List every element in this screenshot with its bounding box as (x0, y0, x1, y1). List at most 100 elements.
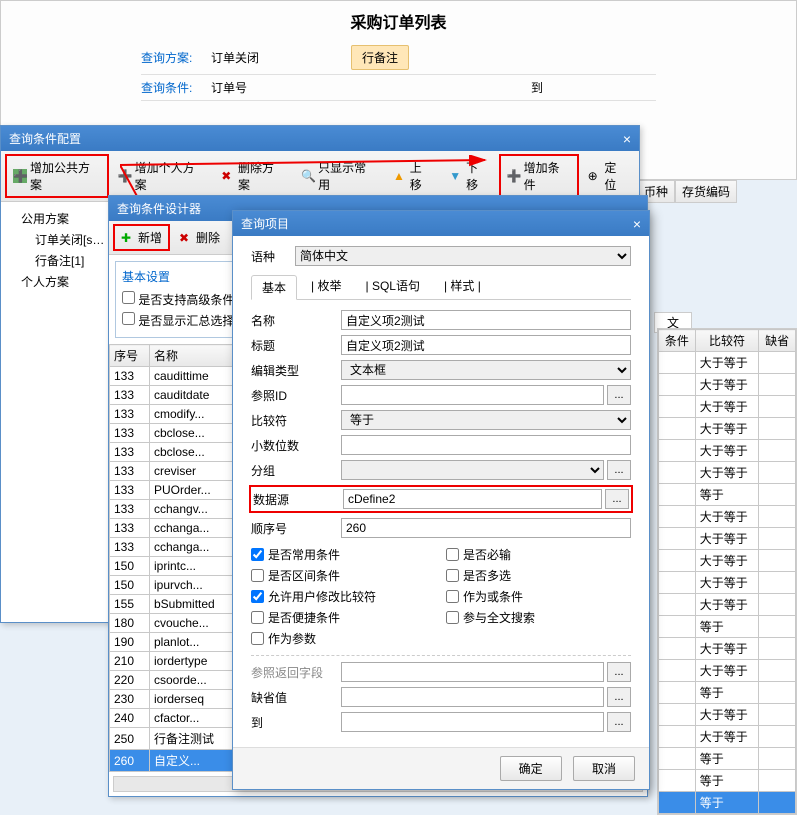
show-common-button[interactable]: 🔍只显示常用 (294, 155, 384, 197)
add-personal-scheme-button[interactable]: ➕增加个人方案 (111, 155, 213, 197)
lang-label: 语种 (251, 248, 275, 265)
cmp-row[interactable]: 大于等于 (659, 726, 796, 748)
dialog-title: 查询项目 (241, 215, 289, 232)
designer-delete-button[interactable]: ✖删除 (172, 225, 227, 250)
cmp-row[interactable]: 等于 (659, 616, 796, 638)
cmp-row[interactable]: 大于等于 (659, 550, 796, 572)
ord-label: 顺序号 (251, 520, 341, 537)
cmp-row[interactable]: 等于 (659, 682, 796, 704)
dec-label: 小数位数 (251, 437, 341, 454)
edit-type-select[interactable]: 文本框 (341, 360, 631, 380)
query-item-dialog: 查询项目 × 语种 简体中文 基本 | 枚举 | SQL语句 | 样式 | 名称… (232, 210, 650, 790)
datasource-input[interactable] (343, 489, 602, 509)
chk-multi[interactable]: 是否多选 (446, 567, 631, 584)
ref-label: 参照ID (251, 387, 341, 404)
designer-title: 查询条件设计器 (117, 200, 201, 217)
ok-button[interactable]: 确定 (500, 756, 562, 781)
tab-sql[interactable]: | SQL语句 (355, 274, 429, 299)
chk-required[interactable]: 是否必输 (446, 546, 631, 563)
locate-button[interactable]: ⊕定位 (581, 155, 635, 197)
designer-add-button[interactable]: ✚新增 (113, 224, 170, 251)
ds-browse-button[interactable]: ... (605, 489, 629, 509)
dec-input[interactable] (341, 435, 631, 455)
tab-style[interactable]: | 样式 | (434, 274, 491, 299)
cmp-row[interactable]: 大于等于 (659, 352, 796, 374)
grp-select[interactable] (341, 460, 604, 480)
adv-check[interactable]: 是否支持高级条件 (122, 293, 234, 307)
query-scheme-value: 订单关闭 (211, 49, 331, 66)
cmp-row[interactable]: 大于等于 (659, 462, 796, 484)
page-title: 采购订单列表 (1, 1, 796, 41)
grp-browse-button[interactable]: ... (607, 460, 631, 480)
chk-as-or[interactable]: 作为或条件 (446, 588, 631, 605)
cmp-row[interactable]: 大于等于 (659, 418, 796, 440)
chk-allow-mod[interactable]: 允许用户修改比较符 (251, 588, 436, 605)
ref-browse-button[interactable]: ... (607, 385, 631, 405)
tree-remark[interactable]: 行备注[1] (7, 250, 124, 271)
sum-check[interactable]: 是否显示汇总选择 (122, 314, 234, 328)
title-input[interactable] (341, 335, 631, 355)
cancel-button[interactable]: 取消 (573, 756, 635, 781)
default-label: 缺省值 (251, 689, 341, 706)
chk-interval[interactable]: 是否区间条件 (251, 567, 436, 584)
config-titlebar[interactable]: 查询条件配置 × (1, 126, 639, 151)
move-down-button[interactable]: ▼下移 (442, 155, 496, 197)
delete-scheme-button[interactable]: ✖删除方案 (214, 155, 292, 197)
rp-col-cond: 条件 (659, 330, 696, 352)
close-icon[interactable]: × (623, 131, 631, 147)
tree-personal[interactable]: 个人方案 (7, 271, 124, 292)
name-input[interactable] (341, 310, 631, 330)
chk-fulltext[interactable]: 参与全文搜索 (446, 609, 631, 626)
cmp-row[interactable]: 大于等于 (659, 506, 796, 528)
add-condition-button[interactable]: ➕增加条件 (499, 154, 579, 198)
order-input[interactable] (341, 518, 631, 538)
add-public-scheme-button[interactable]: ➕增加公共方案 (5, 154, 109, 198)
chk-as-param[interactable]: 作为参数 (251, 630, 436, 647)
cmp-row[interactable]: 等于 (659, 748, 796, 770)
col-seq: 序号 (110, 345, 150, 367)
edit-label: 编辑类型 (251, 362, 341, 379)
dialog-tabs: 基本 | 枚举 | SQL语句 | 样式 | (251, 274, 631, 300)
to-button[interactable]: ... (607, 712, 631, 732)
comparator-panel: 条件 比较符 缺省 大于等于大于等于大于等于大于等于大于等于大于等于等于大于等于… (657, 328, 797, 815)
cmp-row[interactable]: 大于等于 (659, 660, 796, 682)
name-label: 名称 (251, 312, 341, 329)
to-input[interactable] (341, 712, 604, 732)
query-cond-label: 查询条件: (141, 79, 211, 96)
cmp-row[interactable]: 大于等于 (659, 594, 796, 616)
dialog-titlebar[interactable]: 查询项目 × (233, 211, 649, 236)
tree-public[interactable]: 公用方案 (7, 208, 124, 229)
cmp-row[interactable]: 大于等于 (659, 374, 796, 396)
cmp-row[interactable]: 大于等于 (659, 704, 796, 726)
to-label2: 到 (251, 714, 341, 731)
ref-input[interactable] (341, 385, 604, 405)
cmp-row[interactable]: 等于 (659, 792, 796, 814)
cmp-row[interactable]: 大于等于 (659, 572, 796, 594)
move-up-button[interactable]: ▲上移 (386, 155, 440, 197)
title-label: 标题 (251, 337, 341, 354)
lang-select[interactable]: 简体中文 (295, 246, 631, 266)
tab-basic[interactable]: 基本 (251, 275, 297, 300)
ref-ret-input[interactable] (341, 662, 604, 682)
rp-col-cmp: 比较符 (695, 330, 758, 352)
query-scheme-label: 查询方案: (141, 49, 211, 66)
dialog-close-icon[interactable]: × (633, 216, 641, 232)
cmp-row[interactable]: 等于 (659, 484, 796, 506)
row-remark-button[interactable]: 行备注 (351, 45, 409, 70)
cmp-row[interactable]: 大于等于 (659, 440, 796, 462)
cmp-row[interactable]: 大于等于 (659, 638, 796, 660)
default-input[interactable] (341, 687, 604, 707)
cmp-row[interactable]: 大于等于 (659, 396, 796, 418)
chk-common[interactable]: 是否常用条件 (251, 546, 436, 563)
query-cond-value: 订单号 (211, 79, 331, 96)
default-button[interactable]: ... (607, 687, 631, 707)
config-title: 查询条件配置 (9, 130, 81, 147)
tree-order-close[interactable]: 订单关闭[s… (7, 229, 124, 250)
chk-quick[interactable]: 是否便捷条件 (251, 609, 436, 626)
cmp-row[interactable]: 大于等于 (659, 528, 796, 550)
cmp-label: 比较符 (251, 412, 341, 429)
tab-enum[interactable]: | 枚举 (301, 274, 351, 299)
ref-ret-button[interactable]: ... (607, 662, 631, 682)
grp-label: 分组 (251, 462, 341, 479)
cmp-select[interactable]: 等于 (341, 410, 631, 430)
